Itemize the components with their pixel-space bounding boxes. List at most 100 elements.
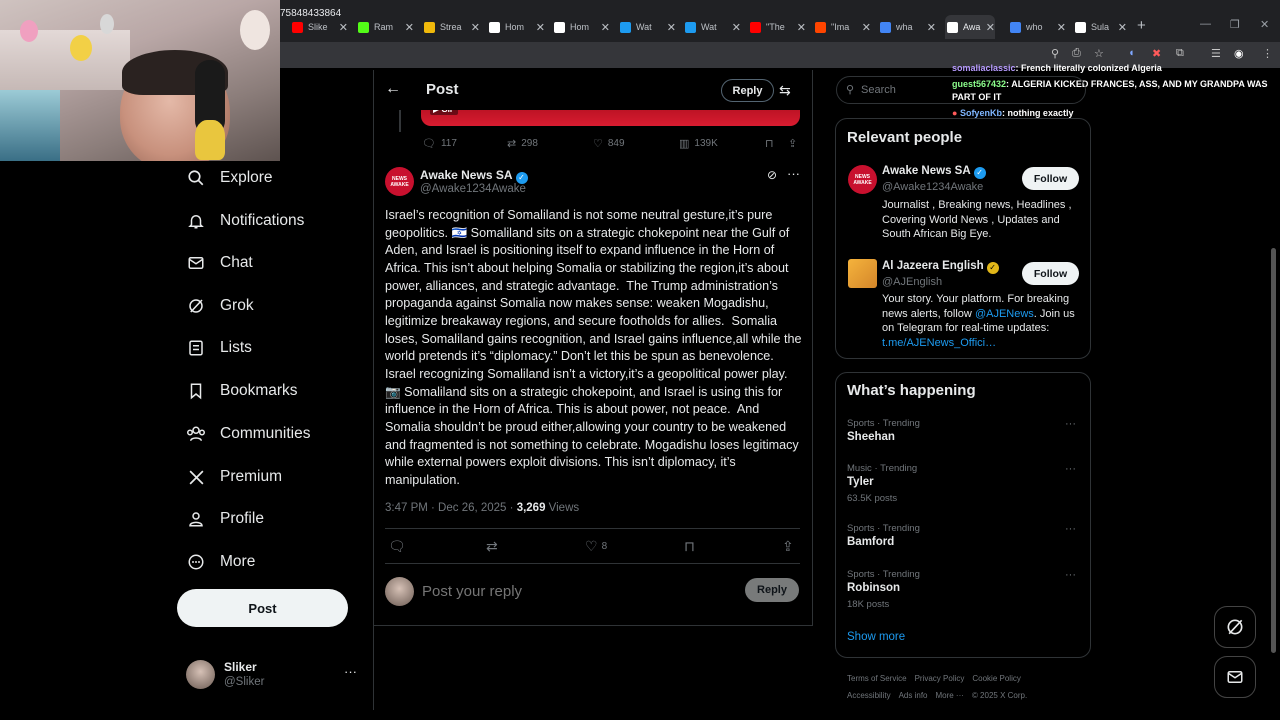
tab-close-icon[interactable]: ✕: [667, 21, 676, 34]
al-jazeera-logo-icon[interactable]: [848, 259, 877, 288]
trend-name[interactable]: Tyler: [847, 476, 874, 488]
extension-icon[interactable]: ✖: [1152, 47, 1161, 60]
profile-avatar-icon[interactable]: ◉: [1234, 47, 1244, 60]
repost-action[interactable]: ⇄: [486, 538, 498, 555]
browser-tab[interactable]: wha ✕: [880, 17, 936, 37]
browser-tab[interactable]: Ram ✕: [358, 17, 414, 37]
install-icon[interactable]: ⎙: [1072, 47, 1081, 60]
more-dots-icon[interactable]: ···: [1065, 569, 1076, 581]
url-text[interactable]: 75848433864: [280, 8, 341, 19]
nav-chat[interactable]: Chat: [186, 251, 253, 275]
reading-list-icon[interactable]: ☰: [1211, 47, 1221, 60]
bookmark-action[interactable]: ⊓: [765, 137, 779, 150]
browser-tab[interactable]: "The ✕: [750, 17, 806, 37]
more-dots-icon[interactable]: ···: [1065, 418, 1076, 430]
browser-tab[interactable]: "Ima ✕: [815, 17, 871, 37]
tab-close-icon[interactable]: ✕: [1057, 21, 1066, 34]
view-count[interactable]: ▥ 139K: [679, 137, 718, 150]
author-name[interactable]: Awake News SA ✓: [420, 168, 528, 184]
tab-close-icon[interactable]: ✕: [1118, 21, 1127, 34]
browser-tab[interactable]: Slike ✕: [292, 17, 348, 37]
footer-link[interactable]: Privacy Policy: [915, 674, 965, 683]
tab-close-icon[interactable]: ✕: [862, 21, 871, 34]
share-action[interactable]: ⇪: [782, 538, 794, 555]
reply-input[interactable]: [422, 580, 722, 602]
header-reply-button[interactable]: Reply: [721, 79, 774, 102]
nav-communities[interactable]: Communities: [186, 422, 310, 446]
avatar[interactable]: NEWS AWAKE: [848, 165, 877, 194]
nav-premium[interactable]: Premium: [186, 465, 282, 489]
back-arrow-icon[interactable]: ←: [385, 80, 401, 98]
browser-tab[interactable]: who ✕: [1010, 17, 1066, 37]
tab-close-icon[interactable]: ✕: [339, 21, 348, 34]
browser-tab[interactable]: Sula ✕: [1075, 17, 1127, 37]
reply-button[interactable]: Reply: [745, 578, 799, 602]
follow-button[interactable]: Follow: [1022, 167, 1079, 190]
nav-lists[interactable]: Lists: [186, 336, 252, 360]
window-close-icon[interactable]: ✕: [1260, 18, 1269, 31]
footer-link[interactable]: Ads info: [899, 691, 928, 700]
zoom-icon[interactable]: ⚲: [1051, 47, 1059, 60]
extension-icon[interactable]: ◖: [1128, 47, 1135, 59]
reply-count[interactable]: 🗨 117: [422, 137, 457, 150]
trend-name[interactable]: Sheehan: [847, 431, 895, 443]
reply-action[interactable]: 🗨: [388, 538, 406, 555]
share-action[interactable]: ⇪: [788, 137, 802, 150]
maximize-icon[interactable]: ❐: [1230, 18, 1240, 31]
tab-close-icon[interactable]: ✕: [405, 21, 414, 34]
follow-button[interactable]: Follow: [1022, 262, 1079, 285]
person-handle[interactable]: @Awake1234Awake: [882, 181, 983, 193]
trend-name[interactable]: Robinson: [847, 582, 900, 594]
grok-fab-icon[interactable]: [1214, 606, 1256, 648]
browser-tab[interactable]: Wat ✕: [685, 17, 741, 37]
sliders-icon[interactable]: ⇆: [779, 82, 791, 99]
tab-close-icon[interactable]: ✕: [797, 21, 806, 34]
footer-link[interactable]: More ···: [935, 691, 963, 700]
account-switcher[interactable]: Sliker @Sliker ···: [186, 658, 366, 694]
footer-link[interactable]: Accessibility: [847, 691, 891, 700]
like-count[interactable]: ♡ 849: [593, 137, 625, 150]
bio-url-link[interactable]: t.me/AJENews_Offici…: [882, 337, 996, 349]
bookmark-action[interactable]: ⊓: [684, 538, 695, 555]
more-dots-icon[interactable]: ···: [1065, 523, 1076, 535]
post-button[interactable]: Post: [177, 589, 348, 627]
trend-name[interactable]: Bamford: [847, 536, 894, 548]
nav-more[interactable]: More: [186, 550, 255, 574]
tab-close-icon[interactable]: ✕: [601, 21, 610, 34]
search-field[interactable]: ⚲ Search: [836, 76, 1086, 104]
tab-close-icon[interactable]: ✕: [471, 21, 480, 34]
nav-profile[interactable]: Profile: [186, 507, 264, 531]
scrollbar-thumb[interactable]: [1271, 248, 1276, 653]
tab-close-icon[interactable]: ✕: [732, 21, 741, 34]
messages-fab-icon[interactable]: [1214, 656, 1256, 698]
browser-tab[interactable]: Strea ✕: [424, 17, 480, 37]
bookmark-star-icon[interactable]: ☆: [1094, 47, 1104, 60]
like-action[interactable]: ♡ 8: [585, 538, 607, 555]
repost-count[interactable]: ⇄ 298: [507, 137, 538, 150]
minimize-icon[interactable]: —: [1200, 18, 1211, 30]
nav-explore[interactable]: Explore: [186, 166, 273, 190]
footer-link[interactable]: Cookie Policy: [972, 674, 1020, 683]
nav-bookmarks[interactable]: Bookmarks: [186, 379, 298, 403]
person-name[interactable]: Awake News SA ✓: [882, 165, 986, 179]
new-tab-icon[interactable]: +: [1137, 17, 1146, 34]
footer-link[interactable]: Terms of Service: [847, 674, 907, 683]
tab-close-icon[interactable]: ✕: [927, 21, 936, 34]
nav-notifications[interactable]: Notifications: [186, 209, 304, 233]
browser-tab[interactable]: Wat ✕: [620, 17, 676, 37]
tab-close-icon[interactable]: ✕: [986, 21, 995, 34]
nav-grok[interactable]: Grok: [186, 294, 254, 318]
author-handle[interactable]: @Awake1234Awake: [420, 183, 526, 195]
extensions-puzzle-icon[interactable]: ⧉: [1176, 47, 1184, 60]
tab-close-icon[interactable]: ✕: [536, 21, 545, 34]
browser-tab[interactable]: Hom ✕: [489, 17, 545, 37]
grok-explain-icon[interactable]: ⊘: [767, 168, 777, 182]
bio-mention-link[interactable]: @AJENews: [975, 308, 1034, 320]
more-dots-icon[interactable]: ···: [787, 166, 800, 181]
browser-tab-active[interactable]: Awa ✕: [945, 15, 995, 39]
more-dots-icon[interactable]: ···: [344, 664, 357, 679]
more-dots-icon[interactable]: ···: [1065, 463, 1076, 475]
browser-tab[interactable]: Hom ✕: [554, 17, 610, 37]
person-handle[interactable]: @AJEnglish: [882, 276, 942, 288]
browser-menu-icon[interactable]: ⋮: [1262, 47, 1273, 60]
